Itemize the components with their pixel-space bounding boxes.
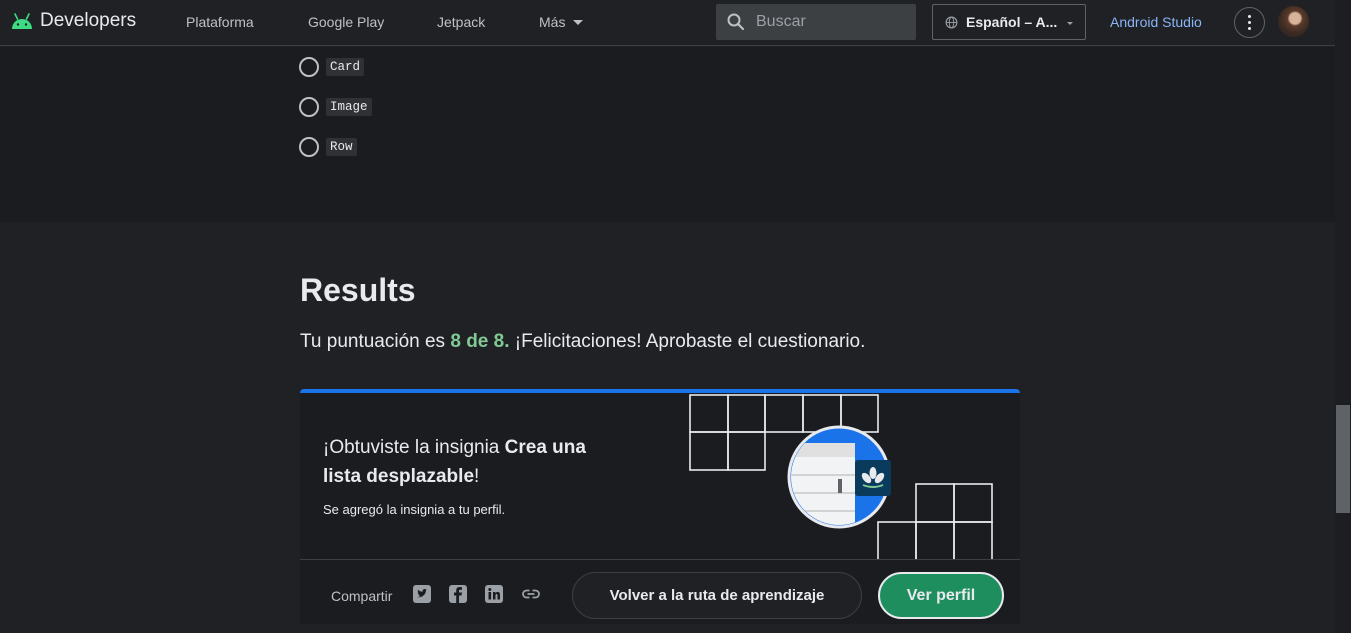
option-label: Row <box>326 138 357 156</box>
search-input[interactable] <box>756 13 906 31</box>
nav-item-mas-label: Más <box>539 14 566 30</box>
page-scrollbar[interactable] <box>1335 0 1351 633</box>
chevron-down-icon <box>1067 22 1073 25</box>
score-suffix: ¡Felicitaciones! Aprobaste el cuestionar… <box>509 331 866 352</box>
score-message: Tu puntuación es 8 de 8. ¡Felicitaciones… <box>300 331 865 353</box>
back-to-learning-path-button[interactable]: Volver a la ruta de aprendizaje <box>572 572 862 619</box>
share-label: Compartir <box>331 588 393 604</box>
quiz-question <box>0 47 1335 222</box>
more-vert-icon <box>1248 15 1251 18</box>
developers-logo[interactable]: Developers <box>10 10 136 32</box>
globe-icon <box>945 16 958 28</box>
quiz-option[interactable]: Row <box>299 137 357 157</box>
linkedin-icon[interactable] <box>484 584 504 604</box>
radio-button[interactable] <box>299 57 319 77</box>
facebook-icon[interactable] <box>448 584 468 604</box>
badge-card-footer: Compartir Volver a la ruta de aprendizaj… <box>300 559 1020 624</box>
view-profile-button[interactable]: Ver perfil <box>878 572 1004 619</box>
badge-title-suffix: ! <box>474 466 480 487</box>
option-label: Card <box>326 58 365 76</box>
badge-subtitle: Se agregó la insignia a tu perfil. <box>323 502 506 517</box>
search-box[interactable] <box>716 4 916 40</box>
android-logo-icon <box>12 13 32 29</box>
radio-button[interactable] <box>299 137 319 157</box>
logo-text: Developers <box>40 10 137 31</box>
nav-item-jetpack[interactable]: Jetpack <box>437 14 485 30</box>
quiz-option[interactable]: Card <box>299 57 365 77</box>
avatar[interactable] <box>1278 6 1309 37</box>
more-options-button[interactable] <box>1234 7 1265 38</box>
badge-title-prefix: ¡Obtuviste la insignia <box>323 437 505 458</box>
twitter-icon[interactable] <box>412 584 432 604</box>
quiz-option[interactable]: Image <box>299 97 372 117</box>
nav-item-mas[interactable]: Más <box>539 14 584 30</box>
badge-name-part-2: lista desplazable <box>323 466 475 487</box>
link-icon[interactable] <box>521 584 541 604</box>
results-heading: Results <box>300 272 416 308</box>
score-prefix: Tu puntuación es <box>300 331 451 352</box>
scrollbar-thumb[interactable] <box>1336 405 1350 513</box>
search-icon <box>727 13 745 31</box>
badge-title: ¡Obtuviste la insignia Crea una lista des… <box>323 433 623 491</box>
radio-button[interactable] <box>299 97 319 117</box>
nav-item-plataforma[interactable]: Plataforma <box>186 14 254 30</box>
android-studio-link[interactable]: Android Studio <box>1110 14 1202 30</box>
caret-down-icon <box>573 19 584 25</box>
language-selector[interactable]: Español – A... <box>932 4 1086 40</box>
top-navigation: Developers Plataforma Google Play Jetpac… <box>0 0 1335 46</box>
badge-card: ¡Obtuviste la insignia Crea una lista des… <box>300 389 1020 624</box>
score-value: 8 de 8. <box>450 331 510 352</box>
language-label: Español – A... <box>966 14 1058 30</box>
option-label: Image <box>326 98 372 116</box>
nav-item-google-play[interactable]: Google Play <box>308 14 384 30</box>
badge-illustration <box>689 394 993 561</box>
badge-name-part-1: Crea una <box>504 437 586 458</box>
